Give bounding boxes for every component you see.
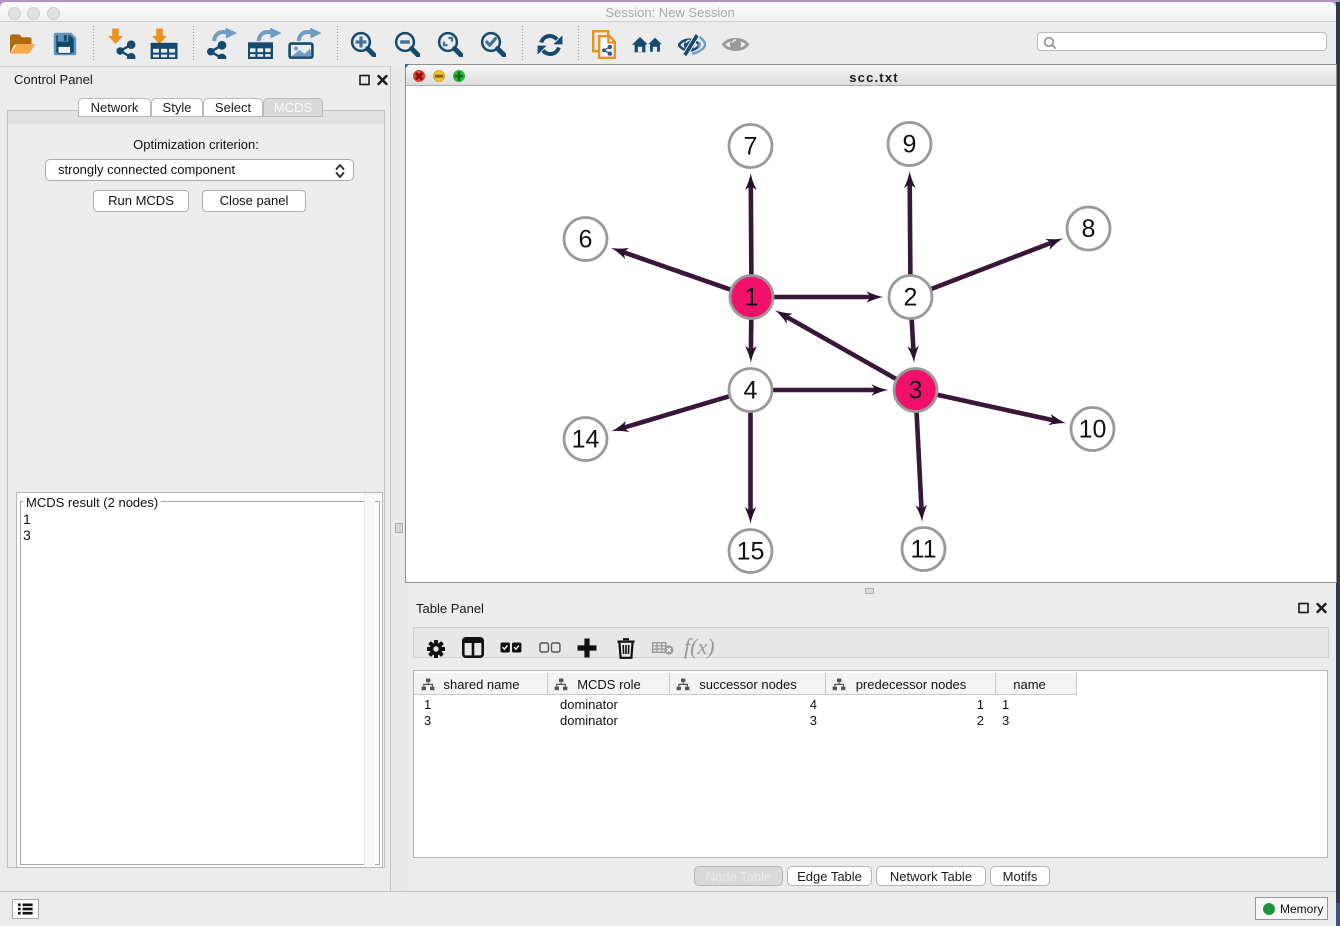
svg-text:8: 8 xyxy=(1081,215,1095,243)
svg-text:14: 14 xyxy=(571,426,599,454)
svg-text:11: 11 xyxy=(910,536,936,564)
svg-text:9: 9 xyxy=(902,131,916,159)
svg-text:3: 3 xyxy=(908,377,922,405)
svg-text:4: 4 xyxy=(743,377,757,405)
svg-text:1: 1 xyxy=(744,284,758,312)
svg-text:10: 10 xyxy=(1078,416,1106,444)
svg-text:2: 2 xyxy=(903,284,917,312)
svg-text:15: 15 xyxy=(736,538,764,566)
svg-text:7: 7 xyxy=(743,133,757,161)
svg-text:6: 6 xyxy=(578,226,592,254)
